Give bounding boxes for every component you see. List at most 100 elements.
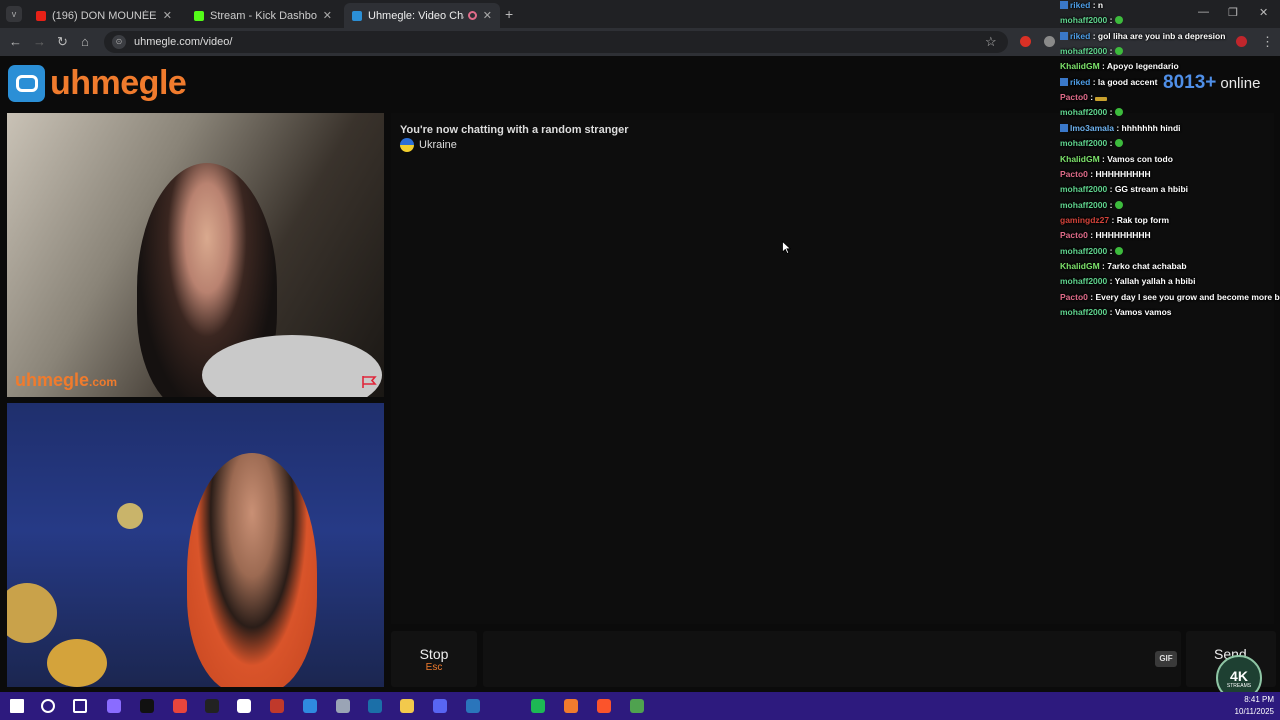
streamer-person xyxy=(187,453,317,687)
editor-icon[interactable] xyxy=(270,699,284,713)
uhmegle-favicon-icon xyxy=(352,10,362,21)
stream-chat-message: Pacto0 : xyxy=(1060,92,1280,107)
chat-badge-icon xyxy=(1060,1,1068,9)
chat-username: mohaff2000 xyxy=(1060,245,1108,256)
app-gray-icon[interactable] xyxy=(336,699,350,713)
tab-title: Uhmegle: Video Chat | Omegle xyxy=(368,9,464,22)
site-info-icon[interactable]: ⊙ xyxy=(112,35,126,49)
windows-taskbar: 8:41 PM 10/11/2025 xyxy=(0,692,1280,720)
tab-uhmegle[interactable]: Uhmegle: Video Chat | Omegle ✕ xyxy=(344,3,500,28)
logo-text: uhmegle xyxy=(50,64,187,102)
tab-title: (196) DON MOUNÉEE - HAHOW xyxy=(52,9,157,22)
task-view-icon[interactable] xyxy=(73,699,87,713)
moon-decoration xyxy=(117,503,143,529)
chrome-icon[interactable] xyxy=(173,699,187,713)
ukraine-flag-icon xyxy=(400,138,414,152)
stream-chat-message: KhalidGM : 7arko chat achabab xyxy=(1060,260,1187,271)
chat-username: mohaff2000 xyxy=(1060,46,1108,57)
discord-icon[interactable] xyxy=(433,699,447,713)
new-tab-button[interactable]: + xyxy=(505,6,513,22)
steam-icon[interactable] xyxy=(368,699,382,713)
stream-chat-message: mohaff2000 : xyxy=(1060,15,1280,30)
close-tab-icon[interactable]: ✕ xyxy=(483,9,492,22)
gif-button[interactable]: GIF xyxy=(1155,651,1177,667)
steam-icon-2[interactable] xyxy=(466,699,480,713)
stop-button[interactable]: Stop Esc xyxy=(391,631,477,687)
stream-chat-message: gamingdz27 : Rak top form xyxy=(1060,214,1170,225)
close-tab-icon[interactable]: ✕ xyxy=(163,9,172,22)
app-orange-icon[interactable] xyxy=(564,699,578,713)
tab-search-button[interactable]: v xyxy=(6,6,22,22)
kick-favicon-icon xyxy=(194,10,204,21)
stream-chat-message: mohaff2000 : GG stream a hbibi xyxy=(1060,184,1189,195)
chat-text: hhhhhhh hindi xyxy=(1121,122,1181,133)
reload-button[interactable]: ↻ xyxy=(57,34,68,50)
recording-icon xyxy=(467,11,477,20)
system-clock[interactable]: 8:41 PM 10/11/2025 xyxy=(1235,694,1274,718)
bookmark-star-icon[interactable]: ☆ xyxy=(985,34,997,50)
url-text: uhmegle.com/video/ xyxy=(134,36,233,48)
close-tab-icon[interactable]: ✕ xyxy=(323,9,332,22)
address-bar[interactable]: ⊙ uhmegle.com/video/ xyxy=(104,31,1008,53)
uhmegle-logo[interactable]: uhmegle xyxy=(8,64,187,103)
stop-label: Stop xyxy=(419,646,449,662)
chat-username: riked xyxy=(1070,0,1091,10)
chat-username: mohaff2000 xyxy=(1060,184,1108,195)
chat-emote-icon xyxy=(1114,200,1123,209)
search-icon[interactable] xyxy=(41,699,55,713)
clock-time: 8:41 PM xyxy=(1244,695,1274,704)
chat-text: Yallah yallah a hbibi xyxy=(1114,276,1196,287)
chat-username: mohaff2000 xyxy=(1060,138,1108,149)
tab-youtube[interactable]: (196) DON MOUNÉEE - HAHOW ✕ xyxy=(28,3,180,28)
chrome-icon-2[interactable] xyxy=(630,699,644,713)
tab-title: Stream - Kick Dashboard xyxy=(210,9,317,22)
tab-kick-dashboard[interactable]: Stream - Kick Dashboard ✕ xyxy=(186,3,340,28)
chat-username: KhalidGM xyxy=(1060,153,1100,164)
chat-username: gamingdz27 xyxy=(1060,214,1110,225)
folder-icon[interactable] xyxy=(400,699,414,713)
stream-chat-message: lmo3amala : hhhhhhh hindi xyxy=(1060,123,1280,138)
message-input[interactable] xyxy=(483,631,1181,687)
chat-username: mohaff2000 xyxy=(1060,307,1108,317)
chat-username: lmo3amala xyxy=(1070,122,1114,133)
mouse-cursor-icon xyxy=(782,241,791,254)
chat-text: Every day I see you grow and become more… xyxy=(1095,291,1280,302)
brave-icon[interactable] xyxy=(597,699,611,713)
chat-username: Pacto0 xyxy=(1060,92,1088,103)
extension-gray-icon[interactable] xyxy=(1044,36,1055,47)
app-g-icon[interactable] xyxy=(140,699,154,713)
back-button[interactable]: ← xyxy=(9,34,22,49)
chat-text: HHHHHHHHH xyxy=(1095,168,1151,179)
chat-emote-icon xyxy=(1114,108,1123,117)
stream-chat-message: Pacto0 : Every day I see you grow and be… xyxy=(1060,292,1280,307)
app-blue-icon[interactable] xyxy=(303,699,317,713)
chat-username: Pacto0 xyxy=(1060,168,1088,179)
capcut-icon[interactable] xyxy=(237,699,251,713)
stream-chat-message: mohaff2000 : Vamos vamos xyxy=(1060,307,1172,317)
self-video xyxy=(7,403,384,687)
stop-shortcut: Esc xyxy=(425,662,443,673)
extension-red-icon[interactable] xyxy=(1020,36,1031,47)
chat-username: KhalidGM xyxy=(1060,61,1100,72)
clock-date: 10/11/2025 xyxy=(1234,707,1274,716)
sun-decoration xyxy=(7,583,57,643)
stream-chat-message: Pacto0 : HHHHHHHHH xyxy=(1060,168,1151,179)
stream-chat-message: mohaff2000 : xyxy=(1060,200,1280,215)
forward-button[interactable]: → xyxy=(33,34,46,49)
windows-start-icon[interactable] xyxy=(10,699,24,713)
cortana-icon[interactable] xyxy=(107,699,121,713)
report-flag-icon[interactable] xyxy=(362,375,378,389)
stream-chat-message: mohaff2000 : xyxy=(1060,246,1280,261)
obs-icon[interactable] xyxy=(205,699,219,713)
spotify-icon[interactable] xyxy=(531,699,545,713)
chat-username: riked xyxy=(1070,76,1091,87)
chat-badge-icon xyxy=(1060,31,1068,40)
chat-text: gol liha are you inb a depresion xyxy=(1097,30,1226,41)
chat-text: Vamos con todo xyxy=(1107,153,1173,164)
chat-text: la good accent xyxy=(1097,76,1158,87)
chat-username: mohaff2000 xyxy=(1060,15,1108,26)
home-button[interactable]: ⌂ xyxy=(81,34,89,49)
uhmegle-watermark: uhmegle.com xyxy=(15,370,118,390)
chat-username: mohaff2000 xyxy=(1060,276,1108,287)
chat-text: GG stream a hbibi xyxy=(1114,184,1189,195)
